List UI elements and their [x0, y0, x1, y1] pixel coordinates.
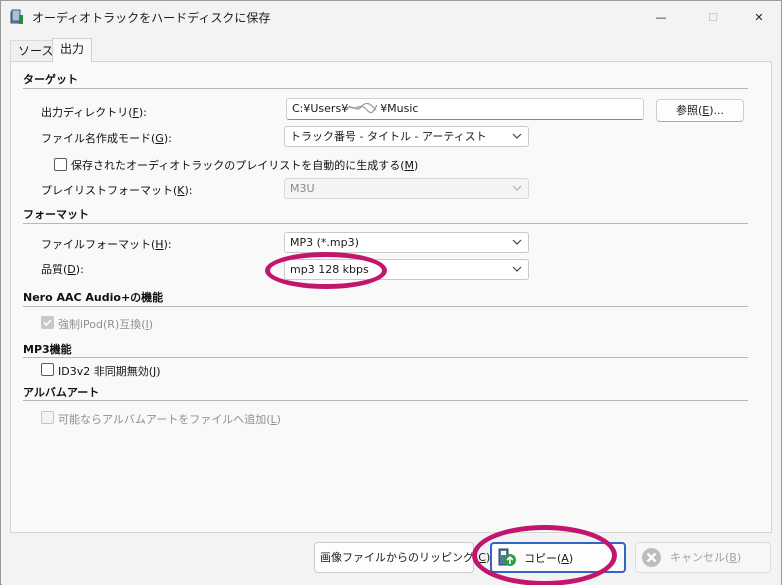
copy-disc-icon [498, 548, 516, 566]
minimize-icon: — [655, 10, 667, 24]
quality-select[interactable]: mp3 128 kbps [284, 259, 529, 280]
close-icon: ✕ [754, 10, 764, 24]
quality-label: 品質(D): [41, 263, 84, 276]
chevron-down-icon [512, 266, 522, 272]
app-disc-icon [10, 9, 23, 24]
naming-mode-label: ファイル名作成モード(G): [41, 132, 172, 145]
playlist-checkbox[interactable] [54, 158, 67, 171]
maximize-button: ☐ [690, 3, 736, 31]
format-divider [23, 223, 748, 224]
target-divider [23, 88, 748, 89]
album-art-label: 可能ならアルバムアートをファイルへ追加(L) [58, 413, 281, 426]
format-heading: フォーマット [23, 208, 89, 221]
copy-button[interactable]: コピー(A) [490, 542, 626, 573]
window-title: オーディオトラックをハードディスクに保存 [32, 11, 271, 25]
playlist-format-label: プレイリストフォーマット(K): [41, 184, 193, 197]
mp3-heading: MP3機能 [23, 343, 72, 356]
tab-output[interactable]: 出力 [52, 38, 93, 62]
rip-from-image-button[interactable]: 画像ファイルからのリッピング(C) [314, 542, 490, 573]
ipod-compat-checkbox [41, 316, 54, 329]
file-format-label: ファイルフォーマット(H): [41, 238, 172, 251]
maximize-icon: ☐ [708, 10, 718, 24]
cancel-x-icon [642, 548, 661, 567]
file-format-select[interactable]: MP3 (*.mp3) [284, 232, 529, 253]
playlist-format-select: M3U [284, 178, 529, 199]
playlist-checkbox-label: 保存されたオーディオトラックのプレイリストを自動的に生成する(M) [71, 159, 419, 172]
output-dir-label: 出力ディレクトリ(F): [41, 106, 147, 119]
save-audio-dialog: オーディオトラックをハードディスクに保存 — ☐ ✕ ソース 出力 ターゲット … [0, 0, 782, 585]
album-art-checkbox [41, 411, 54, 424]
naming-mode-select[interactable]: トラック番号 - タイトル - アーティスト [284, 126, 529, 147]
chevron-down-icon [512, 133, 522, 139]
album-art-heading: アルバムアート [23, 386, 100, 399]
title-bar: オーディオトラックをハードディスクに保存 — ☐ ✕ [1, 1, 781, 33]
nero-aac-divider [23, 306, 748, 307]
album-art-divider [23, 400, 748, 401]
browse-button[interactable]: 参照(E)... [656, 99, 744, 122]
id3-async-checkbox[interactable] [41, 363, 54, 376]
nero-aac-heading: Nero AAC Audio+の機能 [23, 291, 164, 304]
id3-async-label: ID3v2 非同期無効(J) [58, 365, 161, 378]
output-dir-input[interactable]: C:¥Users¥ ¥Music [286, 98, 644, 120]
close-button[interactable]: ✕ [736, 3, 782, 31]
mp3-divider [23, 357, 748, 358]
ipod-compat-label: 強制iPod(R)互換(I) [58, 318, 154, 331]
cancel-button: キャンセル(B) [635, 542, 771, 573]
target-heading: ターゲット [23, 73, 78, 86]
chevron-down-icon [512, 239, 522, 245]
chevron-down-icon [512, 185, 522, 191]
minimize-button[interactable]: — [638, 3, 684, 31]
redacted-username-scribble [346, 102, 380, 115]
checkmark-icon [43, 319, 52, 327]
